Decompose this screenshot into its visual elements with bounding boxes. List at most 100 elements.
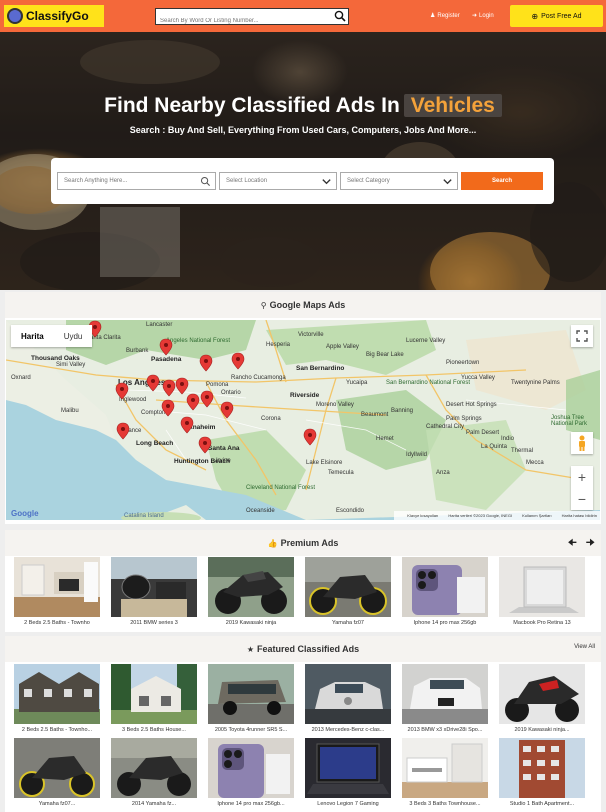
featured-ad-card[interactable]: Studio 1 Bath Apartment... [499, 738, 585, 807]
ad-pin[interactable] [161, 399, 175, 417]
premium-ad-card[interactable]: Iphone 14 pro max 256gb [402, 557, 488, 626]
register-label: Register [437, 12, 460, 19]
fullscreen-button[interactable] [571, 325, 593, 347]
ad-pin[interactable] [146, 374, 160, 392]
featured-ad-card[interactable]: 3 Beds 2.5 Baths House... [111, 664, 197, 733]
ad-pin[interactable] [198, 436, 212, 454]
premium-ad-card[interactable]: 2019 Kawasaki ninja [208, 557, 294, 626]
ad-image [402, 664, 488, 724]
featured-ad-card[interactable]: 2013 Mercedes-Benz c-clas... [305, 664, 391, 733]
fullscreen-icon [576, 330, 588, 342]
premium-ad-card[interactable]: 2011 BMW series 3 [111, 557, 197, 626]
zoom-out-button[interactable]: − [571, 488, 593, 510]
featured-ads-heading: ★ Featured Classified Ads [5, 636, 601, 662]
ad-image [402, 738, 488, 798]
street-view-button[interactable] [571, 432, 593, 454]
ad-pin[interactable] [159, 338, 173, 356]
ad-title: Iphone 14 pro max 256gb... [217, 801, 285, 807]
zoom-in-button[interactable]: + [571, 466, 593, 488]
ad-title: 2 Beds 2.5 Baths - Townho [24, 620, 90, 626]
register-link[interactable]: ♟ Register [430, 12, 460, 20]
star-icon: ★ [246, 644, 254, 654]
thumbs-up-icon: 👍 [267, 538, 278, 548]
featured-ad-card[interactable]: 2 Beds 2.5 Baths - Townho... [14, 664, 100, 733]
ad-title: 2011 BMW series 3 [130, 620, 178, 626]
ad-image [14, 738, 100, 798]
featured-ad-card[interactable]: 2014 Yamaha fz... [111, 738, 197, 807]
featured-ad-card[interactable]: 2013 BMW x3 xDrive28i Spo... [402, 664, 488, 733]
premium-ads-section: 👍 Premium Ads 🠈 🠊 2 Beds 2.5 Baths - Tow… [5, 530, 601, 632]
logo-icon [7, 8, 23, 24]
ad-title: Studio 1 Bath Apartment... [509, 801, 575, 807]
premium-ad-card[interactable]: 2 Beds 2.5 Baths - Townho [14, 557, 100, 626]
hero-title: Find Nearby Classified Ads In Vehicles [0, 94, 606, 118]
ad-title: 2 Beds 2.5 Baths - Townho... [21, 727, 93, 733]
ad-pin[interactable] [220, 401, 234, 419]
category-select-value: Select Category [347, 178, 390, 184]
featured-ad-card[interactable]: Lenovo Legion 7 Gaming [305, 738, 391, 807]
ad-pin[interactable] [199, 354, 213, 372]
terms-link[interactable]: Kullanım Şartları [522, 513, 552, 518]
location-select-value: Select Location [226, 178, 268, 184]
keyboard-shortcuts-link[interactable]: Klavye kısayolları [407, 513, 438, 518]
ad-pin[interactable] [200, 390, 214, 408]
google-logo: Google [11, 509, 39, 518]
hero-search-box: Search Anything Here... Select Location … [51, 158, 554, 204]
location-select[interactable]: Select Location [219, 172, 337, 190]
ad-pin[interactable] [180, 416, 194, 434]
premium-ad-card[interactable]: Macbook Pro Retina 13 [499, 557, 585, 626]
plus-circle-icon: ⊕ [531, 11, 539, 21]
header-search-input[interactable] [156, 13, 334, 29]
google-map[interactable]: Thousand Oaks Pasadena Burbank Los Angel… [6, 320, 600, 520]
arrow-left-icon[interactable]: 🠈 [568, 538, 577, 549]
hero-search-input[interactable]: Search Anything Here... [57, 172, 216, 190]
view-all-link[interactable]: View All [574, 644, 595, 650]
ad-image [305, 557, 391, 617]
map-type-tabs: Harita Uydu [11, 325, 93, 347]
tab-map[interactable]: Harita [11, 325, 54, 347]
ad-title: 2014 Yamaha fz... [131, 801, 177, 807]
arrow-right-icon[interactable]: 🠊 [586, 538, 595, 549]
report-error-link[interactable]: Harita hatası bildirin [562, 513, 597, 518]
hero-title-text: Find Nearby Classified Ads In [104, 94, 400, 117]
ad-image [305, 738, 391, 798]
ad-pin[interactable] [231, 352, 245, 370]
ad-pin[interactable] [115, 382, 129, 400]
login-label: Login [479, 12, 494, 19]
zoom-controls: + − [571, 466, 593, 510]
tab-satellite[interactable]: Uydu [54, 325, 93, 347]
featured-ad-card[interactable]: Iphone 14 pro max 256gb... [208, 738, 294, 807]
search-icon[interactable] [334, 10, 346, 22]
ad-image [14, 664, 100, 724]
ad-image [208, 664, 294, 724]
ad-pin[interactable] [162, 379, 176, 397]
ad-image [111, 557, 197, 617]
hero-title-highlight: Vehicles [403, 94, 502, 117]
ad-pin[interactable] [186, 393, 200, 411]
hero-banner: Find Nearby Classified Ads In Vehicles Se… [0, 32, 606, 290]
category-select[interactable]: Select Category [340, 172, 458, 190]
premium-ads-heading: 👍 Premium Ads [5, 530, 601, 556]
site-logo[interactable]: ClassifyGo [4, 5, 104, 27]
premium-ad-card[interactable]: Yamaha fz07 [305, 557, 391, 626]
featured-ad-card[interactable]: 2005 Toyota 4runner SR5 S... [208, 664, 294, 733]
ad-image [499, 738, 585, 798]
ad-pin[interactable] [303, 428, 317, 446]
featured-ad-card[interactable]: 2019 Kawasaki ninja... [499, 664, 585, 733]
chevron-down-icon [443, 179, 452, 185]
hero-search-button[interactable]: Search [461, 172, 543, 190]
carousel-arrows: 🠈 🠊 [568, 536, 595, 553]
featured-ad-card[interactable]: Yamaha fz07... [14, 738, 100, 807]
ad-title: 3 Beds 2.5 Baths House... [122, 727, 186, 733]
featured-ad-card[interactable]: 3 Beds 3 Baths Townhouse... [402, 738, 488, 807]
post-free-ad-button[interactable]: ⊕ Post Free Ad [510, 5, 603, 27]
login-link[interactable]: ➜ Login [472, 12, 494, 20]
chevron-down-icon [322, 179, 331, 185]
ad-pin[interactable] [175, 377, 189, 395]
ad-image [402, 557, 488, 617]
ad-title: 2013 BMW x3 xDrive28i Spo... [407, 727, 483, 733]
featured-ads-heading-text: Featured Classified Ads [256, 644, 360, 654]
logo-text: ClassifyGo [26, 9, 89, 23]
google-maps-heading-text: Google Maps Ads [269, 300, 346, 310]
ad-pin[interactable] [116, 422, 130, 440]
